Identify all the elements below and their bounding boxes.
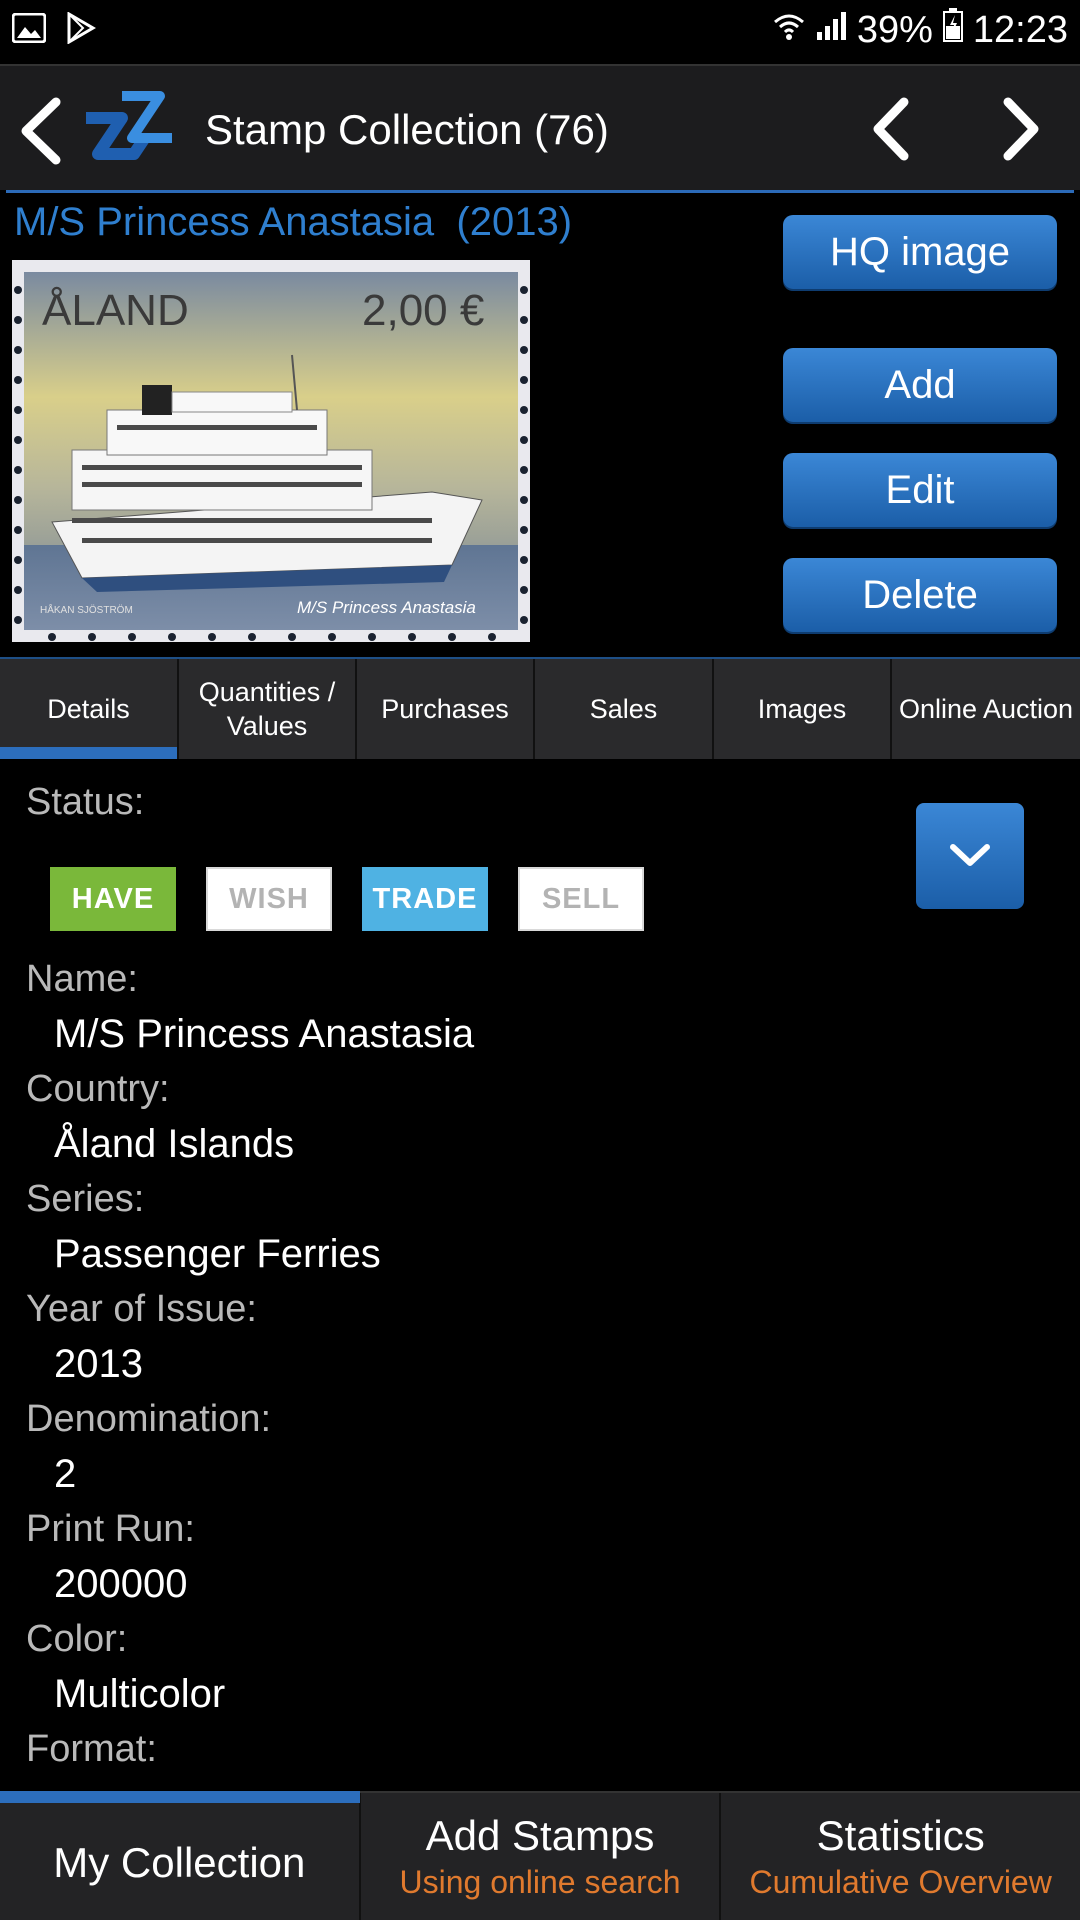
field-label-country: Country: (26, 1068, 170, 1110)
back-arrow-icon (21, 97, 61, 165)
status-chips: HAVE WISH TRADE SELL (50, 867, 644, 931)
chevron-right-icon (1003, 97, 1039, 161)
tab-online-auction[interactable]: Online Auction (892, 659, 1080, 759)
nav-statistics[interactable]: Statistics Cumulative Overview (721, 1793, 1080, 1920)
stamp-country-text: ÅLAND (42, 286, 189, 335)
stamp-image[interactable]: ÅLAND 2,00 € M/S Princess Anastasia HÅKA… (12, 260, 530, 642)
nav-statistics-label: Statistics (816, 1812, 985, 1859)
expand-details-button[interactable] (916, 803, 1024, 909)
battery-percent: 39% (856, 8, 933, 51)
field-value-format (0, 1777, 1080, 1791)
nav-add-stamps[interactable]: Add Stamps Using online search (361, 1793, 722, 1920)
app-logo-icon (76, 76, 182, 182)
status-chip-wish[interactable]: WISH (206, 867, 332, 931)
hq-image-button[interactable]: HQ image (783, 215, 1057, 289)
previous-stamp-button[interactable] (862, 94, 922, 164)
field-value-print-run: 200000 (54, 1562, 188, 1606)
nav-add-stamps-sublabel: Using online search (399, 1864, 681, 1900)
play-store-icon (66, 11, 96, 49)
details-panel: Status: HAVE WISH TRADE SELL Name: M/S P… (0, 759, 1080, 1791)
field-value-country: Åland Islands (54, 1122, 295, 1166)
field-value-denomination: 2 (54, 1452, 77, 1496)
field-label-name: Name: (26, 958, 138, 1000)
app-title: Stamp Collection (76) (205, 106, 609, 153)
stamp-value-text: 2,00 € (362, 286, 484, 335)
detail-fields: Name: M/S Princess Anastasia Country: Ål… (0, 951, 1080, 1791)
field-label-format: Format: (26, 1728, 157, 1770)
nav-my-collection-label: My Collection (53, 1838, 306, 1886)
chevron-down-icon (950, 844, 990, 866)
status-chip-sell[interactable]: SELL (518, 867, 644, 931)
tab-quantities-values[interactable]: Quantities / Values (179, 659, 357, 759)
status-chip-trade[interactable]: TRADE (362, 867, 488, 931)
bottom-navigation: My Collection Add Stamps Using online se… (0, 1791, 1080, 1920)
battery-icon (942, 8, 963, 52)
nav-add-stamps-label: Add Stamps (425, 1812, 655, 1859)
status-label: Status: (26, 781, 145, 823)
nav-active-indicator (0, 1791, 360, 1803)
next-stamp-button[interactable] (990, 94, 1050, 164)
field-value-year: 2013 (54, 1342, 143, 1386)
tab-sales[interactable]: Sales (535, 659, 714, 759)
app-bar-divider (6, 190, 1074, 193)
nav-statistics-sublabel: Cumulative Overview (749, 1864, 1052, 1900)
status-bar: 39% 12:23 (0, 0, 1080, 62)
stamp-caption-text: M/S Princess Anastasia (297, 598, 476, 617)
field-label-year: Year of Issue: (26, 1288, 257, 1330)
signal-icon (815, 9, 847, 52)
stamp-artist-text: HÅKAN SJÖSTRÖM (40, 603, 133, 616)
edit-button[interactable]: Edit (783, 453, 1057, 527)
chevron-left-icon (873, 97, 909, 161)
field-label-print-run: Print Run: (26, 1508, 195, 1550)
back-button[interactable] (12, 96, 72, 166)
gallery-icon (11, 12, 47, 48)
tab-purchases[interactable]: Purchases (357, 659, 535, 759)
clock: 12:23 (972, 8, 1068, 51)
field-label-series: Series: (26, 1178, 145, 1220)
stamp-title: M/S Princess Anastasia (2013) (14, 200, 573, 244)
app-bar: Stamp Collection (76) (0, 64, 1080, 190)
field-value-series: Passenger Ferries (54, 1232, 381, 1276)
status-chip-have[interactable]: HAVE (50, 867, 176, 931)
tab-images[interactable]: Images (714, 659, 892, 759)
field-label-color: Color: (26, 1618, 128, 1660)
tab-details[interactable]: Details (0, 659, 179, 759)
field-value-name: M/S Princess Anastasia (54, 1012, 475, 1056)
field-value-color: Multicolor (54, 1672, 226, 1716)
wifi-icon (773, 9, 805, 52)
nav-my-collection[interactable]: My Collection (0, 1793, 361, 1920)
field-label-denomination: Denomination: (26, 1398, 272, 1440)
add-button[interactable]: Add (783, 348, 1057, 422)
detail-tabs: Details Quantities / Values Purchases Sa… (0, 657, 1080, 759)
delete-button[interactable]: Delete (783, 558, 1057, 632)
